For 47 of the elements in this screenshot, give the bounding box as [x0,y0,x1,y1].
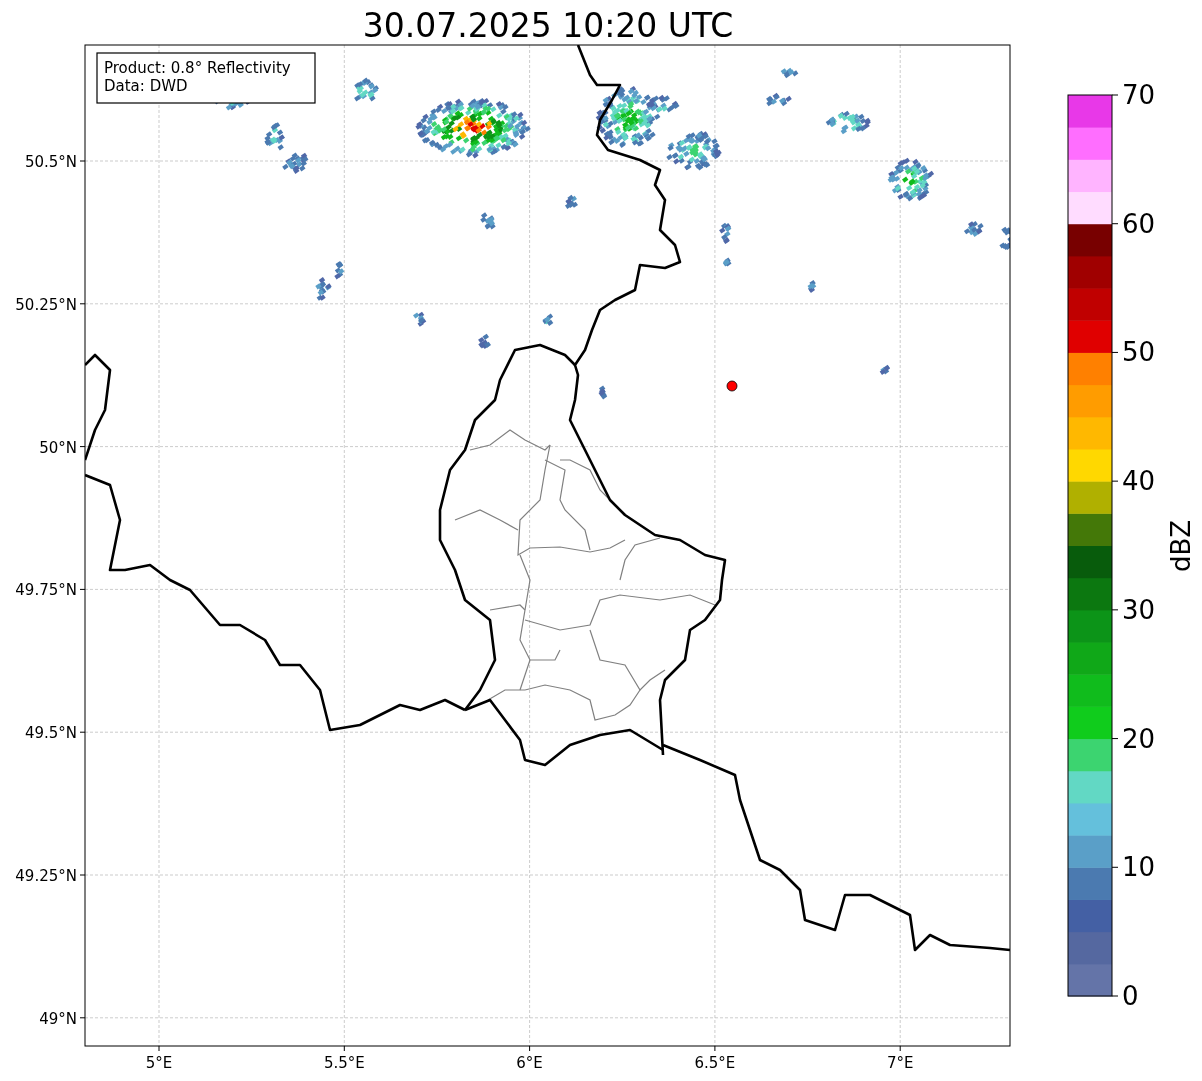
legend-text: Product: 0.8° Reflectivity [104,59,291,77]
axis-tick-label: 49.75°N [15,581,77,600]
radar-echo [719,222,732,245]
axis-tick-label: 50.5°N [24,153,77,171]
legend-text: Data: DWD [104,77,188,95]
radar-echo [666,130,722,171]
radar-echo [264,122,285,151]
radar-echo [565,194,578,209]
radar-echo [887,157,935,202]
radar-echo [879,364,890,375]
axis-tick-label: 6°E [516,1054,543,1072]
radar-echo [598,385,608,400]
colorbar-tick-label: 40 [1122,466,1156,497]
colorbar-tick-label: 10 [1122,852,1156,883]
radar-echo [807,279,817,293]
colorbar-label: dBZ [1166,519,1196,573]
axis-tick-label: 5.5°E [323,1054,365,1072]
radar-echo [478,333,491,349]
colorbar-tick-label: 0 [1122,981,1139,1011]
axis-tick-label: 49.5°N [24,724,77,743]
radar-echo [315,277,332,301]
radar-echo [334,261,345,280]
axis-tick-label: 49.25°N [15,867,77,885]
radar-echo [963,221,984,237]
radar-echo [766,92,792,107]
plot-title: 30.07.2025 10:20 UTC [362,6,734,45]
axis-tick-label: 7°E [886,1054,914,1072]
location-marker-icon [726,380,738,392]
radar-echo [282,152,309,174]
radar-echo [542,313,554,326]
radar-echo [825,110,871,135]
radar-echo [480,212,496,230]
axis-tick-label: 49°N [39,1009,77,1028]
axis-tick-label: 5°E [145,1054,173,1072]
radar-echo [354,77,379,102]
axis-tick-label: 50°N [39,438,77,457]
axis-tick-label: 50.25°N [15,295,77,314]
colorbar-tick-label: 30 [1122,594,1156,625]
radar-echo [999,226,1010,250]
colorbar-tick-label: 60 [1122,208,1156,239]
colorbar-tick-label: 70 [1122,80,1156,110]
radar-echo [722,257,732,267]
radar-echo [413,311,427,327]
colorbar-tick-label: 50 [1122,337,1156,368]
axis-tick-label: 6.5°E [694,1054,736,1072]
colorbar-tick-label: 20 [1122,723,1156,754]
radar-echo [780,67,799,79]
